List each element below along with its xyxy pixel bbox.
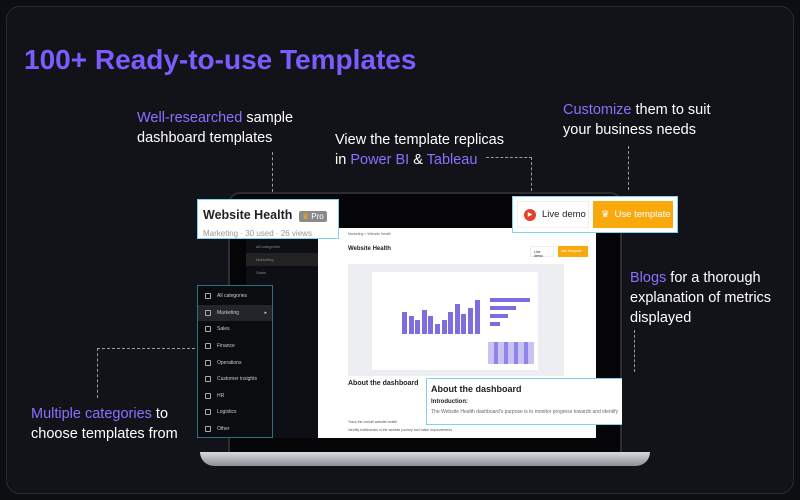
- category-icon: [205, 326, 211, 333]
- category-icon: [205, 359, 211, 366]
- category-item[interactable]: Sales: [198, 321, 272, 338]
- use-template-button[interactable]: ♛ Use template: [593, 201, 673, 228]
- category-icon: [205, 343, 211, 350]
- category-item[interactable]: Customer insights: [198, 371, 272, 388]
- connector: [97, 348, 195, 349]
- chart-bar: [415, 320, 421, 334]
- page-title: 100+ Ready-to-use Templates: [24, 44, 417, 75]
- chart-bar: [448, 312, 454, 334]
- chevron-right-icon: ▸: [264, 309, 267, 316]
- about-text: The Website Health dashboard's purpose i…: [431, 409, 618, 415]
- chart-bar: [435, 324, 440, 334]
- chart-bar: [454, 304, 460, 334]
- crown-icon: ♛: [601, 209, 610, 220]
- screen-bullet: Track the overall website health: [348, 420, 398, 424]
- chart-bar: [421, 310, 427, 334]
- note-blogs: Blogs for a thorough explanation of metri…: [630, 270, 772, 326]
- live-demo-button[interactable]: ▶ Live demo: [517, 201, 589, 228]
- category-item[interactable]: Finance: [198, 338, 272, 355]
- chart-bar: [408, 316, 414, 334]
- note-replicas: View the template replicas in Power BI & …: [335, 132, 504, 168]
- play-icon: ▶: [524, 208, 536, 221]
- category-item[interactable]: Operations: [198, 354, 272, 371]
- chart-bar: [402, 312, 407, 334]
- category-item[interactable]: All categories: [198, 288, 272, 305]
- about-subheading: Introduction:: [431, 399, 468, 405]
- category-icon: [205, 392, 211, 399]
- category-item[interactable]: Logistics: [198, 404, 272, 421]
- category-menu: All categories Marketing ▸ Sales Finance Oper…: [197, 285, 273, 438]
- connector: [272, 152, 273, 192]
- note-categories: Multiple categories to choose templates f…: [31, 406, 178, 442]
- about-card: About the dashboard Introduction: The We…: [426, 378, 622, 425]
- screen-about-heading: About the dashboard: [348, 380, 419, 387]
- chart-bar: [468, 308, 473, 334]
- chart-bar: [428, 316, 434, 334]
- connector: [97, 348, 98, 398]
- connector: [628, 146, 629, 190]
- category-icon: [205, 293, 211, 300]
- category-icon: [205, 409, 211, 416]
- chart-bar: [441, 320, 447, 334]
- note-researched: Well-researched sample dashboard template…: [137, 110, 294, 146]
- laptop-base: [200, 452, 650, 466]
- connector: [486, 157, 532, 158]
- pro-badge: ♛ Pro: [298, 211, 327, 222]
- template-card[interactable]: Website Health ♛ Pro Marketing · 30 used…: [197, 199, 339, 239]
- chart-bar: [474, 300, 480, 334]
- screen-live-demo: Live demo: [530, 246, 554, 258]
- crown-icon: ♛: [301, 212, 309, 221]
- category-item[interactable]: HR: [198, 388, 272, 405]
- template-name: Website Health: [203, 208, 293, 222]
- dashboard-preview: [348, 264, 564, 376]
- about-heading: About the dashboard: [431, 384, 522, 394]
- connector: [531, 157, 532, 191]
- category-icon: [205, 376, 211, 383]
- category-icon: [205, 309, 211, 316]
- connector: [634, 330, 635, 372]
- category-item[interactable]: Other: [198, 421, 272, 438]
- note-customize: Customize them to suit your business need…: [563, 102, 711, 138]
- screen-use-template: Use template: [558, 246, 588, 257]
- category-item[interactable]: Marketing ▸: [198, 304, 272, 322]
- chart-bar: [461, 314, 467, 334]
- action-card: ▶ Live demo ♛ Use template: [512, 196, 678, 233]
- category-icon: [205, 426, 211, 433]
- screen-bullet: Identify bottlenecks in the website jour…: [348, 428, 453, 432]
- template-meta: Marketing · 30 used · 26 views: [203, 229, 312, 238]
